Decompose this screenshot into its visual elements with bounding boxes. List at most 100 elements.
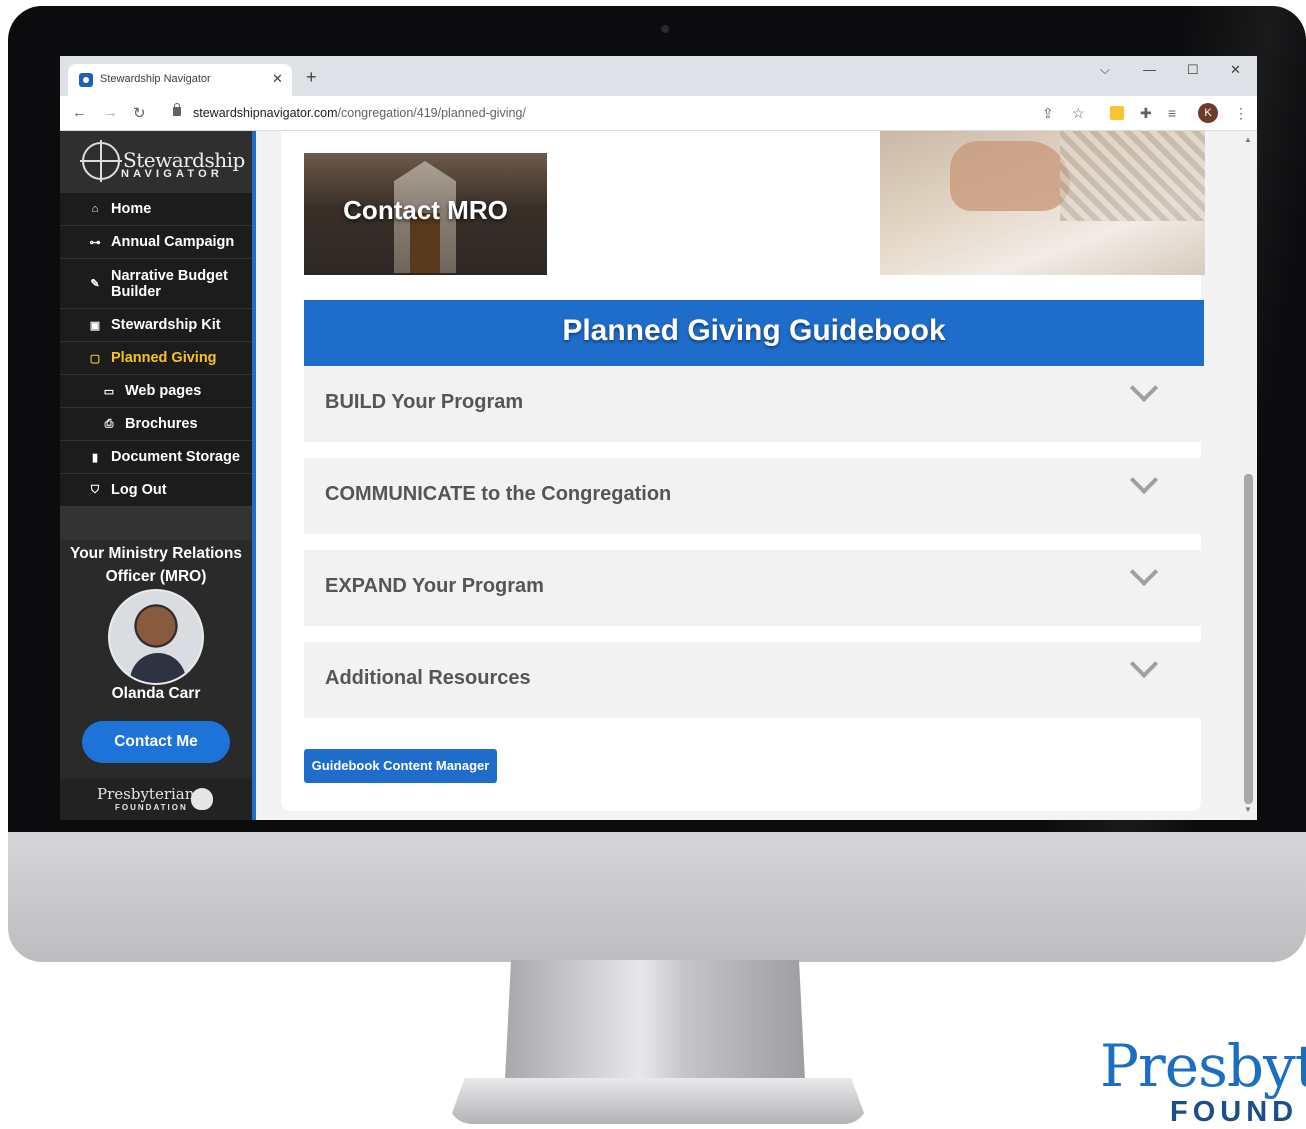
sidebar-item-document-storage[interactable]: ▮ Document Storage <box>60 441 252 474</box>
minimize-icon[interactable]: — <box>1143 62 1156 77</box>
bookmark-star-icon[interactable]: ☆ <box>1072 105 1085 122</box>
new-tab-icon[interactable]: + <box>306 68 317 86</box>
sidebar-item-label: Annual Campaign <box>111 234 235 250</box>
footer-logo-word: Presbyterian <box>97 785 195 803</box>
hero-photo <box>880 131 1205 275</box>
lock-icon[interactable] <box>173 103 181 116</box>
browser-toolbar: ← → ↻ stewardshipnavigator.com/congregat… <box>60 96 1257 131</box>
contact-mro-caption: Contact MRO <box>343 195 508 225</box>
chevron-down-icon[interactable] <box>1129 373 1159 403</box>
scrollbar-thumb[interactable] <box>1244 474 1253 804</box>
accordion-label: Additional Resources <box>325 667 531 689</box>
footer-logo-sub: FOUNDATION <box>115 803 188 812</box>
sidebar-item-label: Home <box>111 201 152 217</box>
pencil-icon: ✎ <box>90 277 100 290</box>
url-path: /congregation/419/planned-giving/ <box>337 106 526 120</box>
address-bar[interactable]: stewardshipnavigator.com/congregation/41… <box>193 106 526 120</box>
calendar-icon: ▢ <box>89 352 101 365</box>
brand-subtitle: FOUND <box>1170 1096 1299 1128</box>
chevron-down-icon[interactable] <box>1129 557 1159 587</box>
shield-check-icon: ⛉ <box>90 483 100 496</box>
accordion-additional-resources[interactable]: Additional Resources <box>304 642 1201 718</box>
close-window-icon[interactable]: ✕ <box>1230 62 1241 78</box>
scroll-up-icon[interactable]: ▲ <box>1244 135 1252 144</box>
chevron-down-icon[interactable] <box>1129 649 1159 679</box>
tab-title: Stewardship Navigator <box>100 73 211 85</box>
back-icon[interactable]: ← <box>72 104 87 121</box>
guidebook-header: Planned Giving Guidebook <box>304 300 1204 366</box>
accordion-label: COMMUNICATE to the Congregation <box>325 483 672 505</box>
sidebar-item-planned-giving[interactable]: ▢ Planned Giving <box>60 342 252 375</box>
extensions-puzzle-icon[interactable]: ✚ <box>1140 105 1152 122</box>
camera-icon <box>661 25 669 33</box>
url-host: stewardshipnavigator.com <box>193 106 338 120</box>
maximize-icon[interactable]: ☐ <box>1187 62 1199 78</box>
accordion-build-program[interactable]: BUILD Your Program <box>304 366 1201 442</box>
main-content: Contact MRO Planned Giving Guidebook BUI… <box>281 131 1205 811</box>
share-icon[interactable]: ⇪ <box>1042 105 1054 122</box>
mro-heading: Your Ministry Relations Officer (MRO) <box>70 545 242 585</box>
accordion-expand-program[interactable]: EXPAND Your Program <box>304 550 1201 626</box>
sidebar-item-log-out[interactable]: ⛉ Log Out <box>60 474 252 507</box>
presbyterian-foundation-brand: Presbyte FOUND <box>1100 1032 1306 1129</box>
monitor-stand-base <box>448 1078 868 1124</box>
window-icon: ▭ <box>103 385 115 398</box>
sidebar-item-label: Planned Giving <box>111 350 217 366</box>
guidebook-content-manager-button[interactable]: Guidebook Content Manager <box>304 749 497 783</box>
chevron-down-icon[interactable] <box>1129 465 1159 495</box>
contact-me-button[interactable]: Contact Me <box>82 721 230 763</box>
brand-wordmark: Presbyte <box>1100 1032 1306 1100</box>
sidebar-accent-border <box>252 131 256 820</box>
monitor-stand <box>505 960 805 1080</box>
contact-mro-card[interactable]: Contact MRO <box>304 153 547 275</box>
sidebar-item-label: Narrative Budget Builder <box>111 267 228 300</box>
site-favicon-icon <box>79 73 93 87</box>
compass-icon <box>80 140 122 182</box>
mro-name: Olanda Carr <box>111 685 201 702</box>
sidebar-item-label: Brochures <box>125 416 198 432</box>
monitor-chin <box>8 832 1306 962</box>
sidebar-menu: ⌂ Home ⊶ Annual Campaign ✎ Narrative Bud… <box>60 193 252 540</box>
sidebar-item-web-pages[interactable]: ▭ Web pages <box>60 375 252 408</box>
page-viewport: Stewardship NAVIGATOR ⌂ Home ⊶ Annual Ca… <box>60 131 1257 820</box>
monitor-mockup: Stewardship Navigator ✕ + ⌵ — ☐ ✕ ← → ↻ … <box>0 0 1306 1129</box>
tab-search-chevron-icon[interactable]: ⌵ <box>1100 62 1110 78</box>
browser-tab[interactable]: Stewardship Navigator ✕ <box>68 64 292 96</box>
menu-spacer <box>60 507 252 540</box>
browser-window: Stewardship Navigator ✕ + ⌵ — ☐ ✕ ← → ↻ … <box>60 56 1257 820</box>
page-scrollbar[interactable]: ▲ ▼ <box>1240 131 1257 820</box>
accordion-communicate[interactable]: COMMUNICATE to the Congregation <box>304 458 1201 534</box>
scroll-down-icon[interactable]: ▼ <box>1244 805 1252 814</box>
logo-subtitle: NAVIGATOR <box>121 168 223 180</box>
more-menu-icon[interactable]: ⋮ <box>1234 105 1248 122</box>
sidebar: Stewardship NAVIGATOR ⌂ Home ⊶ Annual Ca… <box>60 131 252 820</box>
extension-icon[interactable] <box>1110 106 1124 120</box>
sidebar-item-stewardship-kit[interactable]: ▣ Stewardship Kit <box>60 309 252 342</box>
sidebar-item-label: Stewardship Kit <box>111 317 221 333</box>
accordion-label: BUILD Your Program <box>325 391 524 413</box>
bookmark-icon: ▮ <box>91 451 99 464</box>
profile-avatar[interactable]: K <box>1198 103 1218 123</box>
key-icon: ⊶ <box>89 236 101 249</box>
images-icon: ▣ <box>89 319 101 332</box>
guidebook-title: Planned Giving Guidebook <box>562 314 946 347</box>
forward-icon[interactable]: → <box>103 104 118 121</box>
home-icon: ⌂ <box>91 203 99 215</box>
sidebar-item-brochures[interactable]: ⎙ Brochures <box>60 408 252 441</box>
close-tab-icon[interactable]: ✕ <box>272 71 283 87</box>
reading-list-icon[interactable]: ≡ <box>1168 105 1176 121</box>
print-icon: ⎙ <box>104 417 114 430</box>
accordion-label: EXPAND Your Program <box>325 575 544 597</box>
reload-icon[interactable]: ↻ <box>133 104 146 122</box>
sidebar-item-home[interactable]: ⌂ Home <box>60 193 252 226</box>
tab-strip: Stewardship Navigator ✕ + ⌵ — ☐ ✕ <box>60 56 1257 96</box>
burning-bush-icon <box>191 788 213 810</box>
presbyterian-foundation-logo[interactable]: Presbyterian FOUNDATION <box>60 779 252 820</box>
sidebar-item-annual-campaign[interactable]: ⊶ Annual Campaign <box>60 226 252 259</box>
site-logo[interactable]: Stewardship NAVIGATOR <box>60 131 252 193</box>
sidebar-item-label: Log Out <box>111 482 167 498</box>
sidebar-item-label: Web pages <box>125 383 202 399</box>
sidebar-item-label: Document Storage <box>111 449 240 465</box>
sidebar-item-narrative-budget-builder[interactable]: ✎ Narrative Budget Builder <box>60 259 252 309</box>
mro-avatar <box>108 589 204 685</box>
